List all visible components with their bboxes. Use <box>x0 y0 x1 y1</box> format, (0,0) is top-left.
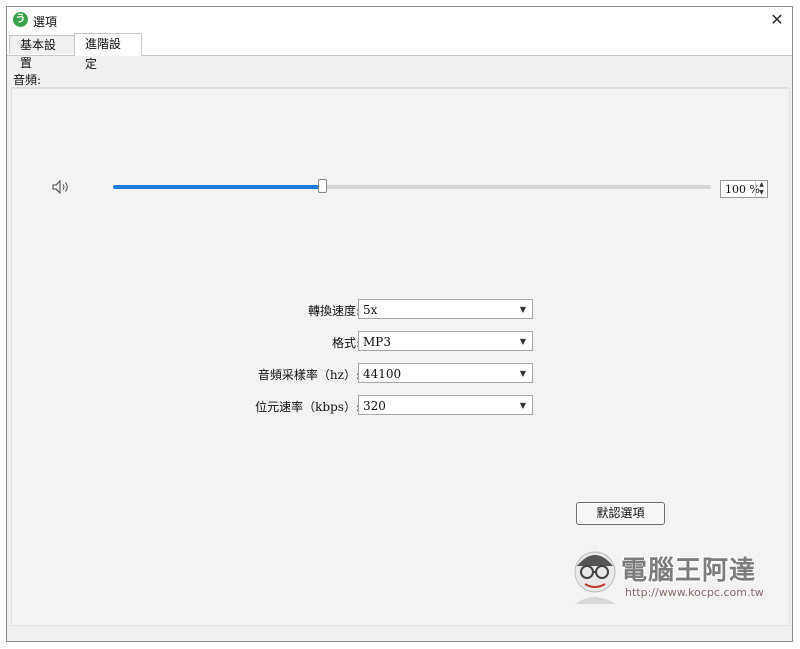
close-icon[interactable]: ✕ <box>766 9 788 31</box>
tab-strip: 基本設置 進階設定 <box>7 33 792 71</box>
setting-row-sample-rate: 音頻采樣率（hz）: 44100 ▼ <box>0 363 800 383</box>
watermark: 電腦王阿達 http://www.kocpc.com.tw <box>567 546 787 606</box>
sample-rate-value: 44100 <box>363 367 402 381</box>
conversion-speed-value: 5x <box>363 303 378 317</box>
watermark-title: 電腦王阿達 <box>621 556 757 586</box>
format-select[interactable]: MP3 ▼ <box>358 331 533 351</box>
volume-slider-thumb[interactable] <box>318 179 328 193</box>
format-value: MP3 <box>363 335 391 349</box>
setting-row-format: 格式: MP3 ▼ <box>0 331 800 351</box>
window-title: 選項 <box>33 15 58 29</box>
title-bar: う 選項 ✕ <box>7 7 792 33</box>
chevron-down-icon: ▼ <box>519 305 526 314</box>
format-label: 格式: <box>331 336 360 350</box>
conversion-speed-select[interactable]: 5x ▼ <box>358 299 533 319</box>
setting-row-conversion-speed: 轉換速度: 5x ▼ <box>0 299 800 319</box>
sample-rate-label: 音頻采樣率（hz）: <box>257 368 360 382</box>
volume-slider-fill <box>113 185 323 189</box>
bitrate-value: 320 <box>363 399 386 413</box>
chevron-down-icon: ▼ <box>519 337 526 346</box>
bitrate-label: 位元速率（kbps）: <box>255 400 360 414</box>
sample-rate-select[interactable]: 44100 ▼ <box>358 363 533 383</box>
chevron-down-icon: ▼ <box>519 369 526 378</box>
chevron-down-icon: ▼ <box>519 401 526 410</box>
setting-row-bitrate: 位元速率（kbps）: 320 ▼ <box>0 395 800 415</box>
volume-slider[interactable] <box>113 179 711 193</box>
mascot-icon <box>574 551 616 604</box>
bitrate-select[interactable]: 320 ▼ <box>358 395 533 415</box>
watermark-url: http://www.kocpc.com.tw <box>625 586 764 599</box>
conversion-speed-label: 轉換速度: <box>307 304 360 318</box>
app-logo-icon: う <box>13 12 28 27</box>
speaker-icon[interactable] <box>52 180 70 194</box>
audio-group-header: 音頻: <box>11 69 788 88</box>
spin-down-icon[interactable]: ▼ <box>756 189 767 197</box>
tab-advanced-settings[interactable]: 進階設定 <box>74 33 142 71</box>
audio-group-label: 音頻: <box>13 73 42 87</box>
tab-basic-settings[interactable]: 基本設置 <box>9 35 75 70</box>
spin-up-icon[interactable]: ▲ <box>756 181 767 189</box>
default-options-button[interactable]: 默認選項 <box>576 502 665 525</box>
spin-arrows[interactable]: ▲ ▼ <box>755 181 767 197</box>
volume-percent-spinbox[interactable]: 100 % ▲ ▼ <box>720 180 768 198</box>
